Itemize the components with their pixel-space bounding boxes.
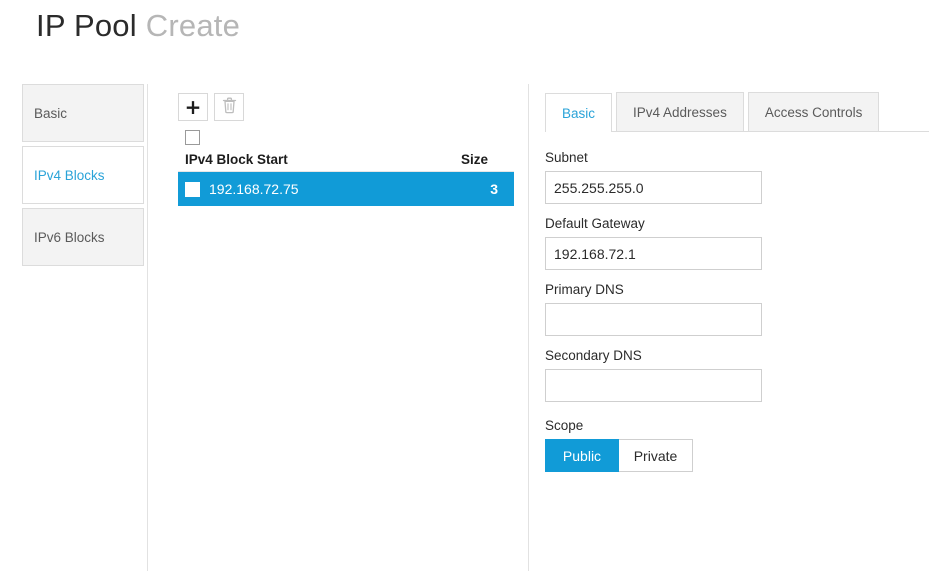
- column-header-ipv4-block-start: IPv4 Block Start: [185, 152, 288, 167]
- sidebar-item-label: IPv4 Blocks: [34, 167, 105, 183]
- basic-settings-form: Subnet Default Gateway Primary DNS Secon…: [545, 132, 929, 472]
- trash-icon: [222, 97, 237, 117]
- blocks-table-header: IPv4 Block Start Size: [178, 152, 514, 172]
- select-all-row: [178, 130, 514, 150]
- primary-dns-label: Primary DNS: [545, 282, 624, 297]
- table-row[interactable]: 192.168.72.75 3: [178, 172, 514, 206]
- secondary-dns-input[interactable]: [545, 369, 762, 402]
- secondary-dns-label: Secondary DNS: [545, 348, 642, 363]
- sidebar-item-ipv4-blocks[interactable]: IPv4 Blocks: [22, 146, 144, 204]
- default-gateway-field-group: Default Gateway: [545, 216, 929, 270]
- sidebar-item-basic[interactable]: Basic: [22, 84, 144, 142]
- ipv4-blocks-panel: + IPv4 Block Start Size 192.168.72.75 3: [178, 93, 514, 206]
- detail-tab-bar: Basic IPv4 Addresses Access Controls: [545, 92, 929, 132]
- scope-option-label: Public: [562, 447, 602, 464]
- secondary-dns-field-group: Secondary DNS: [545, 348, 929, 402]
- sidebar-item-label: IPv6 Blocks: [34, 229, 105, 245]
- block-detail-panel: Basic IPv4 Addresses Access Controls Sub…: [545, 92, 929, 484]
- delete-block-button[interactable]: [214, 93, 244, 121]
- sidebar-item-label: Basic: [34, 105, 68, 121]
- tab-label: Basic: [562, 105, 596, 121]
- tab-label: Access Controls: [764, 104, 863, 120]
- scope-option-label: Private: [633, 447, 678, 464]
- panel-divider-right: [528, 84, 529, 571]
- primary-dns-field-group: Primary DNS: [545, 282, 929, 336]
- cell-size: 3: [490, 181, 498, 197]
- page-title-main: IP Pool: [36, 8, 137, 43]
- subnet-label: Subnet: [545, 150, 588, 165]
- scope-option-private[interactable]: Private: [619, 439, 693, 472]
- plus-icon: +: [184, 95, 202, 119]
- scope-option-public[interactable]: Public: [545, 439, 619, 472]
- select-all-checkbox[interactable]: [185, 130, 200, 145]
- sidebar-item-ipv6-blocks[interactable]: IPv6 Blocks: [22, 208, 144, 266]
- scope-toggle: Public Private: [545, 439, 929, 472]
- primary-dns-input[interactable]: [545, 303, 762, 336]
- subnet-field-group: Subnet: [545, 150, 929, 204]
- row-checkbox[interactable]: [185, 181, 200, 197]
- tab-basic[interactable]: Basic: [545, 93, 613, 132]
- tab-access-controls[interactable]: Access Controls: [747, 92, 880, 131]
- page-title-sub: Create: [145, 8, 241, 43]
- tab-label: IPv4 Addresses: [633, 104, 727, 120]
- cell-ipv4-block-start: 192.168.72.75: [209, 181, 299, 197]
- default-gateway-label: Default Gateway: [545, 216, 645, 231]
- tab-ipv4-addresses[interactable]: IPv4 Addresses: [616, 92, 744, 131]
- panel-divider-left: [147, 84, 148, 571]
- page-title: IP Pool Create: [36, 8, 240, 44]
- column-header-size: Size: [460, 152, 488, 167]
- default-gateway-input[interactable]: [545, 237, 762, 270]
- add-block-button[interactable]: +: [178, 93, 208, 121]
- wizard-step-list: Basic IPv4 Blocks IPv6 Blocks: [22, 84, 144, 270]
- subnet-input[interactable]: [545, 171, 762, 204]
- scope-field-group: Scope Public Private: [545, 418, 929, 472]
- scope-label: Scope: [545, 418, 584, 433]
- blocks-toolbar: +: [178, 93, 514, 121]
